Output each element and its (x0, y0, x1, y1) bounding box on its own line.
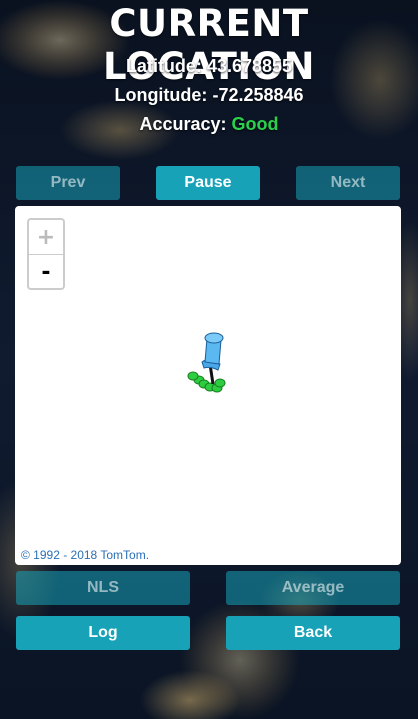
back-button[interactable]: Back (226, 616, 400, 650)
next-button[interactable]: Next (296, 166, 400, 200)
accuracy-row: Accuracy: Good (0, 114, 418, 135)
map-view[interactable]: + - © 1992 - 2018 TomTom. (15, 206, 401, 565)
pause-button[interactable]: Pause (156, 166, 260, 200)
log-button[interactable]: Log (16, 616, 190, 650)
average-button[interactable]: Average (226, 571, 400, 605)
pushpin-icon[interactable] (180, 326, 230, 396)
longitude-row: Longitude: -72.258846 (0, 85, 418, 106)
prev-button[interactable]: Prev (16, 166, 120, 200)
zoom-in-button[interactable]: + (29, 220, 63, 255)
zoom-control: + - (27, 218, 65, 290)
map-copyright: © 1992 - 2018 TomTom. (21, 548, 150, 562)
latitude-label: Latitude: (125, 56, 202, 76)
longitude-value: -72.258846 (212, 85, 304, 105)
accuracy-value: Good (231, 114, 279, 134)
latitude-value: 43.678855 (206, 56, 293, 76)
longitude-label: Longitude: (114, 85, 208, 105)
accuracy-label: Accuracy: (139, 114, 227, 134)
latitude-row: Latitude: 43.678855 (0, 56, 418, 77)
nls-button[interactable]: NLS (16, 571, 190, 605)
zoom-out-button[interactable]: - (29, 255, 63, 289)
